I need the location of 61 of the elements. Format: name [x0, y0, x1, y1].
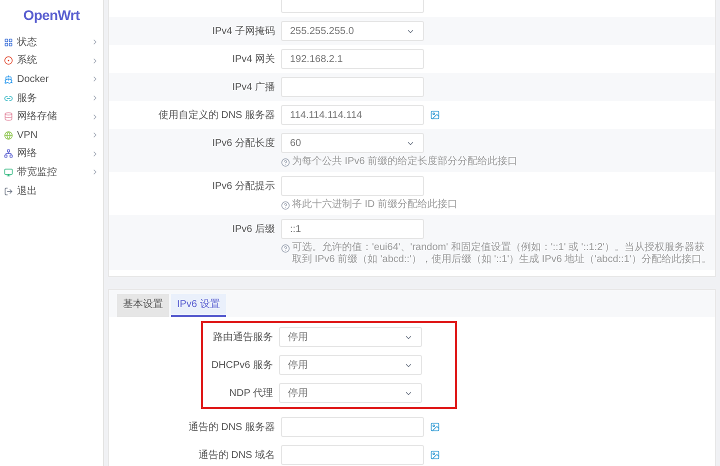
- input-field[interactable]: [281, 445, 424, 465]
- field-label: IPv4 子网掩码: [212, 24, 275, 38]
- field-label: IPv6 分配长度: [212, 136, 275, 150]
- picture-icon[interactable]: [430, 110, 440, 120]
- field-label: 路由通告服务: [213, 330, 273, 344]
- ring-icon: [4, 56, 13, 66]
- sidebar-item[interactable]: 服务: [0, 88, 103, 108]
- sidebar-item[interactable]: 网络: [0, 144, 103, 164]
- select-field[interactable]: 停用: [279, 383, 422, 403]
- chevron-icon: [91, 75, 99, 84]
- input-field[interactable]: ::1: [281, 219, 424, 239]
- picture-icon[interactable]: [430, 450, 440, 460]
- field-label: IPv4 网关: [232, 52, 275, 66]
- field-label: IPv6 分配提示: [212, 180, 275, 194]
- sidebar-item[interactable]: 带宽监控: [0, 163, 103, 182]
- input-field[interactable]: [281, 417, 424, 437]
- sidebar-item[interactable]: 退出: [0, 182, 103, 200]
- field-label: DHCPv6 服务: [211, 358, 273, 372]
- input-field[interactable]: 192.168.2.1: [281, 49, 424, 69]
- monitor-icon: [4, 168, 13, 177]
- chevron-icon: [91, 150, 99, 158]
- database-icon: [4, 112, 13, 122]
- chevron-icon: [91, 168, 99, 176]
- help-icon: [281, 201, 290, 210]
- select-field[interactable]: 255.255.255.0: [281, 21, 424, 41]
- chevron-icon: [91, 131, 99, 140]
- chevron-icon: [91, 56, 99, 65]
- select-field[interactable]: 停用: [279, 355, 422, 375]
- sidebar-item[interactable]: Docker: [0, 70, 103, 89]
- network-icon: [4, 149, 13, 158]
- logout-icon: [4, 186, 13, 196]
- field-hint: 为每个公共 IPv6 前缀的给定长度部分分配给此接口: [292, 156, 518, 168]
- field-label: NDP 代理: [229, 386, 273, 400]
- chevron-icon: [91, 38, 99, 46]
- input-field[interactable]: 114.114.114.114: [281, 105, 424, 125]
- help-icon: [281, 244, 290, 253]
- field-hint: 可选。允许的值：'eui64'、'random' 和固定值设置（例如：'::1' 或 '::1:2'）。当从授权服务器获取到 IPv6 前缀（如 'abcd::'），使用后缀（如 '::1'）生成 IPv6 地址（'abcd::1'）分配给此接口。: [292, 242, 712, 266]
- tab[interactable]: IPv6 设置: [171, 294, 226, 317]
- field-label: IPv6 后缀: [232, 222, 275, 236]
- sidebar-item[interactable]: 系统: [0, 52, 103, 70]
- select-field[interactable]: 60: [281, 133, 424, 153]
- tab[interactable]: 基本设置: [117, 294, 169, 317]
- sidebar-item[interactable]: VPN: [0, 126, 103, 145]
- field-label: 通告的 DNS 服务器: [188, 420, 275, 434]
- field-label: 通告的 DNS 域名: [198, 448, 275, 462]
- sidebar-item[interactable]: 状态: [0, 33, 103, 52]
- picture-icon[interactable]: [430, 422, 440, 432]
- field-label: 使用自定义的 DNS 服务器: [158, 108, 275, 122]
- chevron-icon: [91, 94, 99, 102]
- field-label: IPv4 广播: [232, 80, 275, 94]
- field-hint: 将此十六进制子 ID 前缀分配给此接口: [292, 199, 458, 211]
- chevron-icon: [91, 112, 99, 121]
- globe-icon: [4, 130, 13, 140]
- grid-icon: [4, 38, 13, 47]
- select-field[interactable]: 停用: [279, 327, 422, 347]
- help-icon: [281, 158, 290, 167]
- link-icon: [4, 94, 13, 103]
- sidebar-item[interactable]: 网络存储: [0, 107, 103, 126]
- input-field[interactable]: [281, 176, 424, 196]
- logo[interactable]: OpenWrt: [23, 4, 80, 26]
- input-field[interactable]: [281, 77, 424, 97]
